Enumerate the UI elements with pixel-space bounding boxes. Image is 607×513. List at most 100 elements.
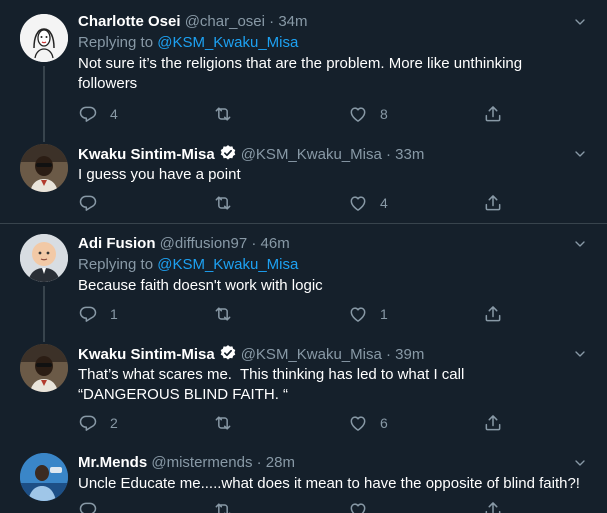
retweet-icon [213, 413, 233, 433]
display-name[interactable]: Charlotte Osei [78, 13, 181, 30]
chevron-down-icon[interactable] [572, 14, 588, 30]
share-icon [483, 193, 503, 213]
tweet-actions: 4 8 [78, 103, 508, 125]
tweet-kwaku-sintim-misa-reply-1[interactable]: Kwaku Sintim-Misa @KSM_Kwaku_Misa · 33m I… [0, 134, 607, 223]
share-button[interactable] [483, 103, 503, 125]
separator-dot: · [385, 146, 391, 163]
like-button[interactable]: 1 [348, 303, 388, 325]
replying-to-mention[interactable]: @KSM_Kwaku_Misa [157, 256, 298, 273]
reply-icon [78, 193, 98, 213]
reply-button[interactable] [78, 499, 110, 513]
retweet-button[interactable] [213, 192, 245, 214]
thread-connector-line [43, 334, 45, 342]
reply-button[interactable] [78, 192, 110, 214]
replying-to-mention[interactable]: @KSM_Kwaku_Misa [157, 34, 298, 51]
tweet-text: Because faith doesn't work with logic [78, 277, 323, 294]
tweet-actions [78, 499, 508, 513]
avatar[interactable] [20, 144, 68, 192]
share-button[interactable] [483, 303, 503, 325]
like-button[interactable]: 6 [348, 412, 388, 434]
tweet-text: I guess you have a point [78, 166, 241, 183]
display-name[interactable]: Kwaku Sintim-Misa [78, 346, 215, 363]
display-name[interactable]: Adi Fusion [78, 235, 156, 252]
reply-icon [78, 500, 98, 513]
separator-dot: · [251, 235, 257, 252]
reply-icon [78, 304, 98, 324]
replying-to-label: Replying to [78, 256, 158, 273]
replying-to-line: Replying to @KSM_Kwaku_Misa [78, 255, 578, 275]
reply-button[interactable]: 1 [78, 303, 118, 325]
like-button[interactable] [348, 499, 380, 513]
like-button[interactable]: 4 [348, 192, 388, 214]
retweet-button[interactable] [213, 499, 245, 513]
share-button[interactable] [483, 412, 503, 434]
like-count: 8 [380, 106, 388, 122]
tweet-header: Kwaku Sintim-Misa @KSM_Kwaku_Misa · 33m [78, 144, 578, 164]
share-button[interactable] [483, 499, 503, 513]
retweet-button[interactable] [213, 303, 245, 325]
share-icon [483, 104, 503, 124]
separator-dot: · [256, 454, 262, 471]
chevron-down-icon[interactable] [572, 346, 588, 362]
user-handle[interactable]: @KSM_Kwaku_Misa [241, 346, 382, 363]
display-name[interactable]: Mr.Mends [78, 454, 147, 471]
share-icon [483, 304, 503, 324]
timestamp[interactable]: 39m [395, 346, 424, 363]
tweet-adi-fusion[interactable]: Adi Fusion @diffusion97 · 46m Replying t… [0, 224, 607, 334]
tweet-header: Charlotte Osei @char_osei · 34m [78, 12, 578, 32]
like-count: 4 [380, 195, 388, 211]
chevron-down-icon[interactable] [572, 236, 588, 252]
verified-badge-icon [219, 144, 237, 162]
retweet-button[interactable] [213, 412, 245, 434]
chevron-down-icon[interactable] [572, 146, 588, 162]
tweet-header: Adi Fusion @diffusion97 · 46m [78, 234, 578, 254]
share-icon [483, 413, 503, 433]
avatar[interactable] [20, 344, 68, 392]
reply-count: 2 [110, 415, 118, 431]
tweet-actions: 2 6 [78, 412, 508, 434]
chevron-down-icon[interactable] [572, 455, 588, 471]
timestamp[interactable]: 34m [278, 13, 307, 30]
avatar[interactable] [20, 234, 68, 282]
retweet-icon [213, 104, 233, 124]
reply-button[interactable]: 2 [78, 412, 118, 434]
tweet-header: Kwaku Sintim-Misa @KSM_Kwaku_Misa · 39m [78, 344, 578, 364]
replying-to-line: Replying to @KSM_Kwaku_Misa [78, 33, 578, 53]
thread-connector-line [43, 286, 45, 334]
tweet-text: Uncle Educate me.....what does it mean t… [78, 475, 580, 492]
tweet-header: Mr.Mends @mistermends · 28m [78, 453, 578, 473]
like-icon [348, 193, 368, 213]
tweet-mr-mends[interactable]: Mr.Mends @mistermends · 28m Uncle Educat… [0, 443, 607, 513]
like-button[interactable]: 8 [348, 103, 388, 125]
like-icon [348, 304, 368, 324]
timestamp[interactable]: 28m [266, 454, 295, 471]
tweet-kwaku-sintim-misa-reply-2[interactable]: Kwaku Sintim-Misa @KSM_Kwaku_Misa · 39m T… [0, 334, 607, 443]
avatar[interactable] [20, 14, 68, 62]
replying-to-label: Replying to [78, 34, 158, 51]
thread-connector-line [43, 134, 45, 142]
like-icon [348, 413, 368, 433]
separator-dot: · [385, 346, 391, 363]
user-handle[interactable]: @char_osei [185, 13, 265, 30]
user-handle[interactable]: @mistermends [151, 454, 252, 471]
retweet-icon [213, 500, 233, 513]
like-icon [348, 500, 368, 513]
retweet-button[interactable] [213, 103, 245, 125]
reply-icon [78, 413, 98, 433]
user-handle[interactable]: @KSM_Kwaku_Misa [241, 146, 382, 163]
retweet-icon [213, 304, 233, 324]
timestamp[interactable]: 46m [261, 235, 290, 252]
like-count: 1 [380, 306, 388, 322]
like-icon [348, 104, 368, 124]
timestamp[interactable]: 33m [395, 146, 424, 163]
separator-dot: · [269, 13, 275, 30]
share-button[interactable] [483, 192, 503, 214]
like-count: 6 [380, 415, 388, 431]
user-handle[interactable]: @diffusion97 [160, 235, 248, 252]
reply-button[interactable]: 4 [78, 103, 118, 125]
avatar[interactable] [20, 453, 68, 501]
tweet-charlotte-osei[interactable]: Charlotte Osei @char_osei · 34m Replying… [0, 0, 607, 134]
share-icon [483, 500, 503, 513]
display-name[interactable]: Kwaku Sintim-Misa [78, 146, 215, 163]
tweet-actions: 1 1 [78, 303, 508, 325]
